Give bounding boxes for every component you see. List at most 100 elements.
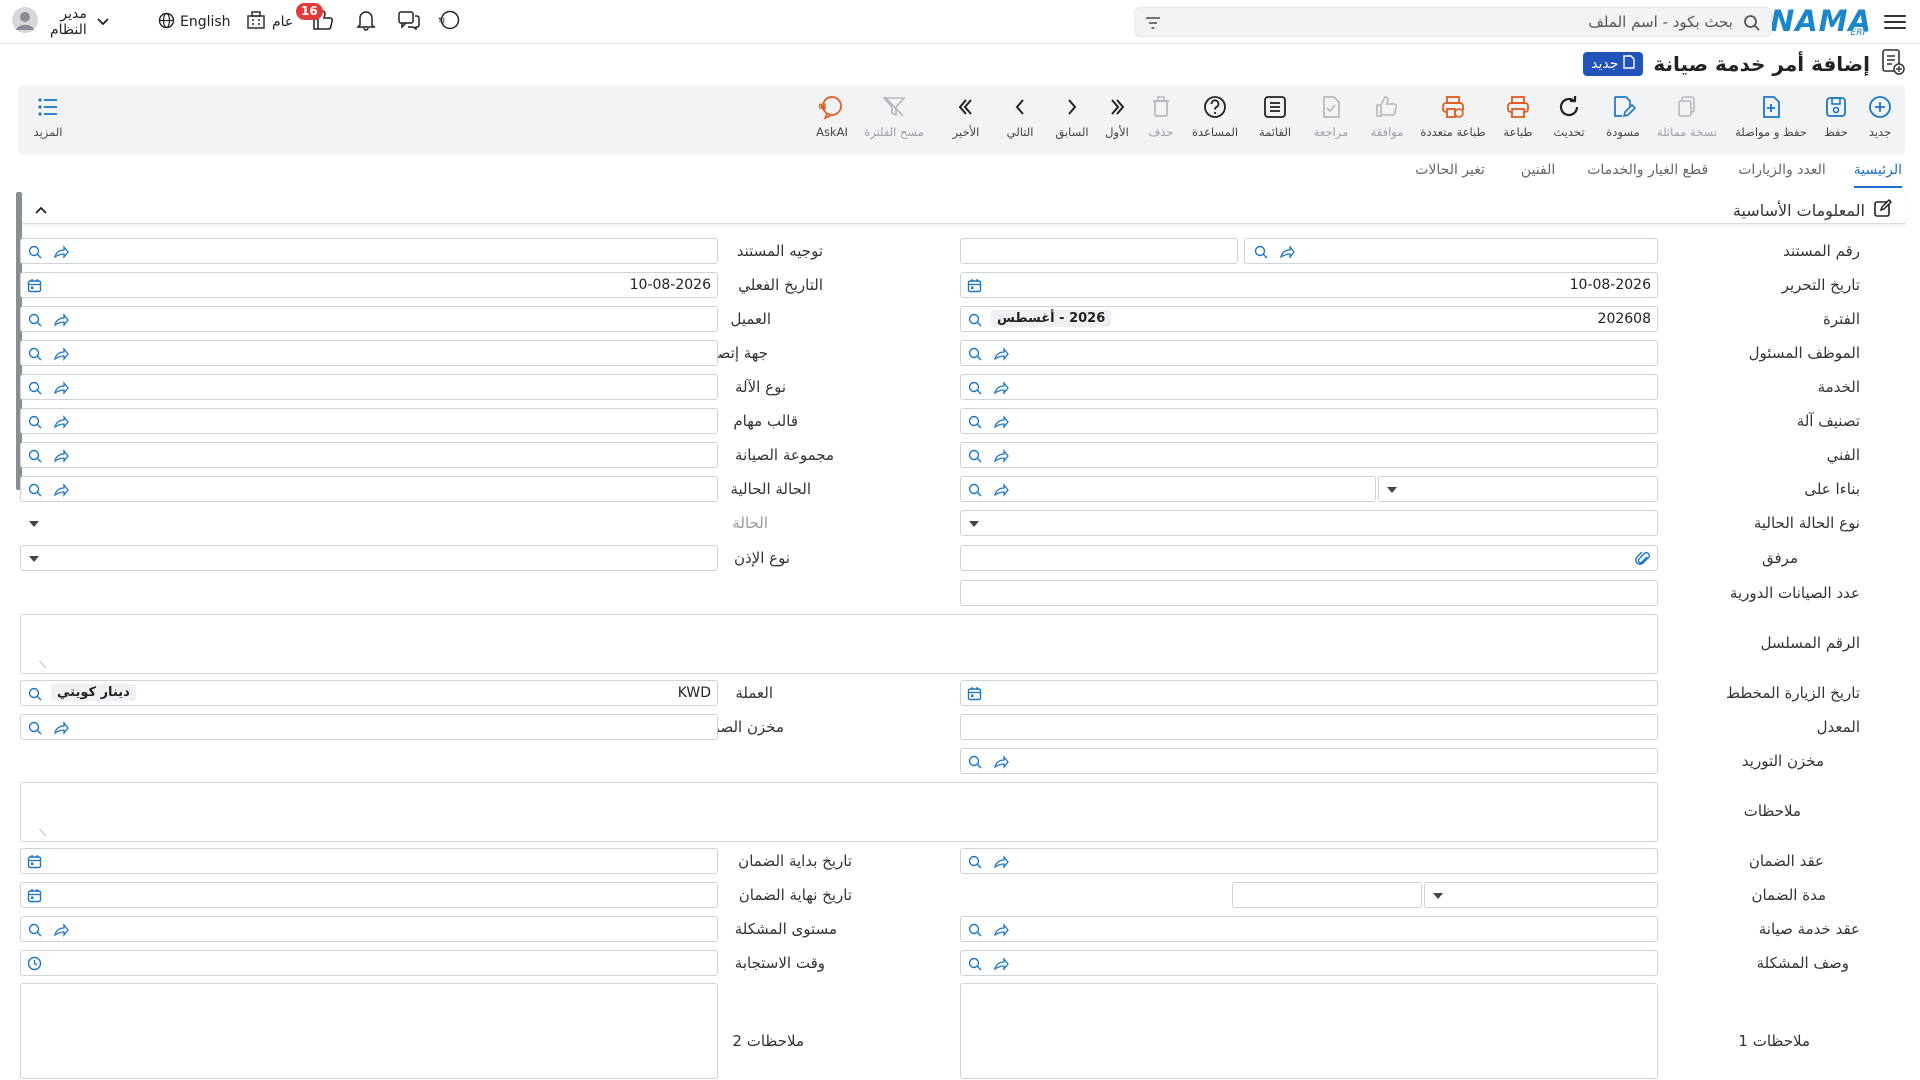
response-time-field[interactable] xyxy=(20,950,718,976)
search-icon[interactable] xyxy=(967,448,983,468)
doc-number-field[interactable] xyxy=(1244,238,1658,264)
search-icon[interactable] xyxy=(967,754,983,774)
share-arrow-icon[interactable] xyxy=(53,244,69,263)
general-menu[interactable]: عام xyxy=(246,8,293,36)
warranty-start-field[interactable] xyxy=(20,848,718,874)
maintenance-group-field[interactable] xyxy=(20,442,718,468)
calendar-icon[interactable] xyxy=(27,278,42,297)
save-continue-button[interactable]: حفظ و مواصلة xyxy=(1729,94,1813,146)
tab-counts-visits[interactable]: العدد والزيارات xyxy=(1738,158,1826,188)
nama-erp-logo[interactable]: NAMA ERP xyxy=(1770,4,1872,38)
task-template-field[interactable] xyxy=(20,408,718,434)
search-icon[interactable] xyxy=(27,686,43,706)
share-arrow-icon[interactable] xyxy=(53,414,69,433)
next-button[interactable]: التالي xyxy=(995,94,1045,146)
tab-status-changes[interactable]: تغير الحالات xyxy=(1415,158,1485,188)
filter-icon[interactable] xyxy=(1145,15,1161,34)
share-arrow-icon[interactable] xyxy=(993,754,1009,773)
search-icon[interactable] xyxy=(967,482,983,502)
share-arrow-icon[interactable] xyxy=(993,922,1009,941)
chevron-up-icon[interactable] xyxy=(34,200,48,219)
supply-store-field[interactable] xyxy=(960,748,1658,774)
copy-button[interactable]: نسخة مماثلة xyxy=(1649,94,1725,146)
share-arrow-icon[interactable] xyxy=(993,956,1009,975)
ai-assistant[interactable]: AI xyxy=(437,8,461,36)
share-arrow-icon[interactable] xyxy=(993,448,1009,467)
approve-button[interactable]: موافقة xyxy=(1359,94,1415,146)
search-icon[interactable] xyxy=(967,380,983,400)
more-button[interactable]: المزيد xyxy=(18,94,78,146)
tab-parts-services[interactable]: قطع الغيار والخدمات xyxy=(1587,158,1708,188)
serial-number-textarea[interactable]: ⟋ xyxy=(20,614,1658,674)
notes-textarea[interactable]: ⟋ xyxy=(20,782,1658,842)
save-button[interactable]: حفظ xyxy=(1811,94,1861,146)
search-icon[interactable] xyxy=(1743,14,1761,36)
responsible-field[interactable] xyxy=(960,340,1658,366)
list-button[interactable]: القائمة xyxy=(1247,94,1303,146)
last-button[interactable]: الأخير xyxy=(941,94,991,146)
share-arrow-icon[interactable] xyxy=(53,346,69,365)
attachment-field[interactable] xyxy=(960,545,1658,571)
refresh-button[interactable]: تحديث xyxy=(1541,94,1597,146)
new-button[interactable]: جديد xyxy=(1855,94,1905,146)
search-icon[interactable] xyxy=(967,312,983,332)
resize-handle-icon[interactable]: ⟋ xyxy=(39,828,46,839)
calendar-icon[interactable] xyxy=(967,686,982,705)
search-icon[interactable] xyxy=(967,854,983,874)
rate-field[interactable] xyxy=(960,714,1658,740)
paperclip-icon[interactable] xyxy=(1635,551,1651,571)
warranty-period-field[interactable] xyxy=(1232,882,1422,908)
search-icon[interactable] xyxy=(27,244,43,264)
based-on-type-select[interactable] xyxy=(1378,476,1658,502)
messages[interactable] xyxy=(398,8,420,36)
review-button[interactable]: مراجعة xyxy=(1303,94,1359,146)
notes2-textarea[interactable] xyxy=(20,983,718,1079)
status-select[interactable] xyxy=(20,510,718,536)
current-status-field[interactable] xyxy=(20,476,718,502)
search-icon[interactable] xyxy=(967,922,983,942)
share-arrow-icon[interactable] xyxy=(993,380,1009,399)
doc-direction-field[interactable] xyxy=(20,238,718,264)
warranty-end-field[interactable] xyxy=(20,882,718,908)
share-arrow-icon[interactable] xyxy=(993,414,1009,433)
search-icon[interactable] xyxy=(27,380,43,400)
first-button[interactable]: الأول xyxy=(1095,94,1139,146)
share-arrow-icon[interactable] xyxy=(993,854,1009,873)
language-switch[interactable]: English xyxy=(158,8,231,36)
contact-field[interactable] xyxy=(20,340,718,366)
search-icon[interactable] xyxy=(27,720,43,740)
previous-button[interactable]: السابق xyxy=(1047,94,1097,146)
calendar-icon[interactable] xyxy=(967,278,982,297)
share-arrow-icon[interactable] xyxy=(53,448,69,467)
delete-button[interactable]: حذف xyxy=(1139,94,1183,146)
share-arrow-icon[interactable] xyxy=(53,380,69,399)
share-arrow-icon[interactable] xyxy=(53,312,69,331)
search-icon[interactable] xyxy=(27,312,43,332)
service-field[interactable] xyxy=(960,374,1658,400)
hamburger-menu-icon[interactable] xyxy=(1884,11,1906,33)
planned-visit-date-field[interactable] xyxy=(960,680,1658,706)
share-arrow-icon[interactable] xyxy=(53,482,69,501)
share-arrow-icon[interactable] xyxy=(1279,244,1295,263)
user-menu[interactable]: مدير النظام xyxy=(12,6,109,38)
draft-button[interactable]: مسودة xyxy=(1595,94,1651,146)
technician-field[interactable] xyxy=(960,442,1658,468)
based-on-field[interactable] xyxy=(960,476,1376,502)
search-icon[interactable] xyxy=(27,346,43,366)
share-arrow-icon[interactable] xyxy=(53,922,69,941)
askai-button[interactable]: AI AskAI xyxy=(807,94,857,146)
search-icon[interactable] xyxy=(27,448,43,468)
notifications[interactable] xyxy=(356,8,376,36)
problem-level-field[interactable] xyxy=(20,916,718,942)
tab-main[interactable]: الرئيسية xyxy=(1853,158,1902,188)
share-arrow-icon[interactable] xyxy=(993,482,1009,501)
help-button[interactable]: المساعدة xyxy=(1183,94,1247,146)
problem-desc-field[interactable] xyxy=(960,950,1658,976)
period-field[interactable]: 202608 2026 - أغسطس xyxy=(960,306,1658,332)
search-icon[interactable] xyxy=(967,346,983,366)
search-icon[interactable] xyxy=(1253,244,1269,264)
multi-print-button[interactable]: طباعة متعددة xyxy=(1413,94,1493,146)
calendar-icon[interactable] xyxy=(27,888,42,907)
warranty-period-unit-select[interactable] xyxy=(1424,882,1658,908)
actual-date-field[interactable]: 10-08-2026 xyxy=(20,272,718,298)
